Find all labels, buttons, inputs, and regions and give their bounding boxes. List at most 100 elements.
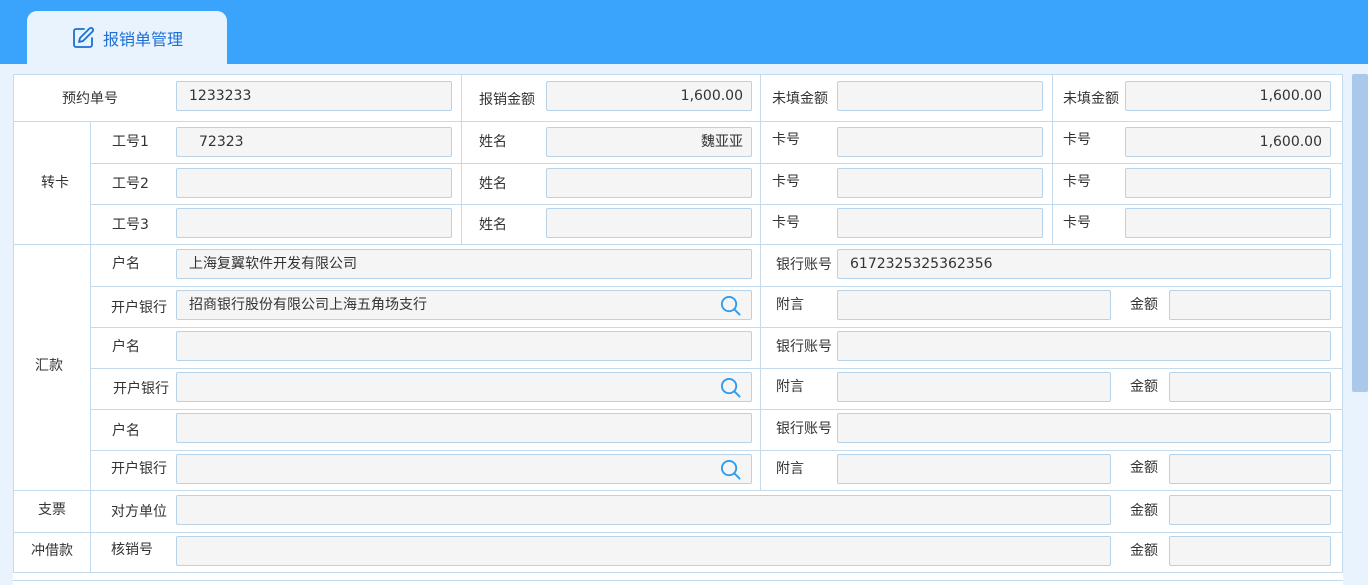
grid-line	[90, 368, 1343, 369]
counterparty-label: 对方单位	[111, 504, 167, 520]
search-icon[interactable]	[720, 459, 741, 480]
employee-id-label-1: 工号1	[112, 134, 149, 150]
offset-amount-input[interactable]	[1169, 536, 1331, 566]
account-name-input-2[interactable]	[176, 331, 752, 361]
employee-id-input-3[interactable]	[176, 208, 452, 238]
account-name-input-1[interactable]: 上海复翼软件开发有限公司	[176, 249, 752, 279]
note-input-2[interactable]	[837, 372, 1111, 402]
bank-account-label-3: 银行账号	[776, 421, 832, 437]
grid-line	[760, 74, 761, 490]
name-label-3: 姓名	[479, 217, 507, 233]
writeoff-no-label: 核销号	[111, 542, 153, 558]
cheque-section-label: 支票	[38, 502, 66, 518]
counterparty-input[interactable]	[176, 495, 1111, 525]
amount-input-1[interactable]	[1169, 290, 1331, 320]
reservation-no-input[interactable]: 1233233	[176, 81, 452, 111]
note-label-1: 附言	[776, 297, 804, 313]
edit-icon	[71, 26, 95, 50]
card-no-label-2b: 卡号	[1063, 174, 1091, 190]
note-input-1[interactable]	[837, 290, 1111, 320]
bank-account-input-1[interactable]: 6172325325362356	[837, 249, 1331, 279]
unfilled-amount-input[interactable]	[837, 81, 1043, 111]
card-no-label-3a: 卡号	[772, 215, 800, 231]
grid-line	[90, 204, 1343, 205]
bank-account-label-2: 银行账号	[776, 339, 832, 355]
account-name-input-3[interactable]	[176, 413, 752, 443]
name-input-3[interactable]	[546, 208, 752, 238]
grid-line	[13, 121, 1343, 122]
card-no-input-1a[interactable]	[837, 127, 1043, 157]
employee-id-input-1[interactable]: 72323	[176, 127, 452, 157]
writeoff-no-input[interactable]	[176, 536, 1111, 566]
name-input-1[interactable]: 魏亚亚	[546, 127, 752, 157]
card-no-label-1b: 卡号	[1063, 132, 1091, 148]
bank-label-3: 开户银行	[111, 461, 167, 477]
card-no-label-1a: 卡号	[772, 132, 800, 148]
name-input-2[interactable]	[546, 168, 752, 198]
unfilled-amount-label: 未填金额	[772, 91, 828, 107]
bank-account-input-3[interactable]	[837, 413, 1331, 443]
remittance-section-label: 汇款	[35, 358, 63, 374]
bank-input-1[interactable]: 招商银行股份有限公司上海五角场支行	[176, 290, 752, 320]
card-no-input-2b[interactable]	[1125, 168, 1331, 198]
offset-amount-label: 金额	[1130, 543, 1158, 559]
bank-account-input-2[interactable]	[837, 331, 1331, 361]
unfilled-amount-input-2[interactable]: 1,600.00	[1125, 81, 1331, 111]
vertical-scrollbar[interactable]	[1352, 74, 1368, 585]
transfer-section-label: 转卡	[41, 175, 69, 191]
grid-line	[13, 572, 1343, 573]
card-no-input-2a[interactable]	[837, 168, 1043, 198]
grid-line	[13, 532, 1343, 533]
employee-id-input-2[interactable]	[176, 168, 452, 198]
tab-reimbursement-management[interactable]: 报销单管理	[27, 11, 227, 64]
grid-line	[13, 74, 14, 572]
bank-label-2: 开户银行	[113, 381, 169, 397]
cheque-amount-label: 金额	[1130, 503, 1158, 519]
amount-input-3[interactable]	[1169, 454, 1331, 484]
account-name-label-1: 户名	[112, 256, 140, 272]
amount-label-3: 金额	[1130, 460, 1158, 476]
grid-line	[90, 327, 1343, 328]
bank-label-1: 开户银行	[111, 300, 167, 316]
employee-id-label-2: 工号2	[112, 176, 149, 192]
grid-line	[13, 244, 1343, 245]
offset-section-label: 冲借款	[31, 543, 73, 559]
reservation-no-label: 预约单号	[62, 91, 118, 107]
grid-line	[1052, 74, 1053, 244]
grid-line	[461, 74, 462, 244]
grid-line	[90, 163, 1343, 164]
amount-label-2: 金额	[1130, 379, 1158, 395]
reimbursement-amount-input[interactable]: 1,600.00	[546, 81, 752, 111]
name-label-1: 姓名	[479, 134, 507, 150]
name-label-2: 姓名	[479, 176, 507, 192]
grid-line	[90, 121, 91, 572]
reimbursement-form: 预约单号 1233233 报销金额 1,600.00 未填金额 未填金额 1,6…	[13, 74, 1343, 585]
divider	[13, 580, 1343, 581]
scrollbar-thumb[interactable]	[1352, 74, 1368, 392]
bank-input-3[interactable]	[176, 454, 752, 484]
amount-input-2[interactable]	[1169, 372, 1331, 402]
grid-line	[13, 490, 1343, 491]
cheque-amount-input[interactable]	[1169, 495, 1331, 525]
note-input-3[interactable]	[837, 454, 1111, 484]
grid-line	[90, 450, 1343, 451]
note-label-3: 附言	[776, 461, 804, 477]
amount-label-1: 金额	[1130, 297, 1158, 313]
grid-line	[13, 74, 1343, 75]
bank-value-1: 招商银行股份有限公司上海五角场支行	[189, 297, 427, 313]
tab-label: 报销单管理	[102, 29, 183, 49]
search-icon[interactable]	[720, 377, 741, 398]
card-no-input-3b[interactable]	[1125, 208, 1331, 238]
card-no-label-2a: 卡号	[772, 174, 800, 190]
search-icon[interactable]	[720, 295, 741, 316]
card-no-input-1b[interactable]: 1,600.00	[1125, 127, 1331, 157]
bank-account-label-1: 银行账号	[776, 257, 832, 273]
grid-line	[90, 286, 1343, 287]
card-no-input-3a[interactable]	[837, 208, 1043, 238]
account-name-label-2: 户名	[112, 339, 140, 355]
employee-id-label-3: 工号3	[112, 217, 149, 233]
bank-input-2[interactable]	[176, 372, 752, 402]
card-no-label-3b: 卡号	[1063, 215, 1091, 231]
grid-line	[90, 409, 1343, 410]
grid-line	[1342, 74, 1343, 572]
